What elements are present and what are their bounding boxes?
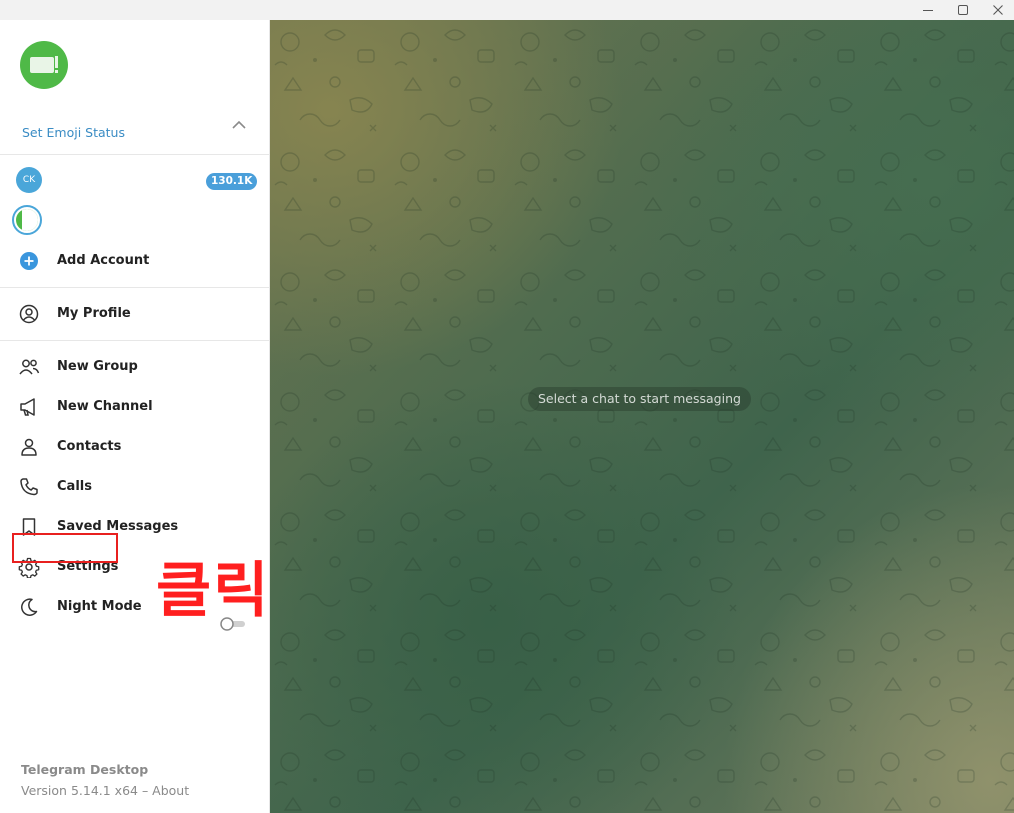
add-account-label: Add Account (57, 253, 150, 268)
settings-highlight-box (12, 533, 118, 563)
divider (0, 287, 270, 288)
account-item-2[interactable] (0, 200, 270, 240)
minimize-button[interactable] (910, 0, 946, 20)
sidebar-menu: Set Emoji Status CK 130.1K Add Account M… (0, 20, 270, 813)
doodle-pattern (270, 20, 1014, 813)
megaphone-icon (20, 398, 35, 416)
unread-badge: 130.1K (206, 173, 258, 190)
chat-background: Select a chat to start messaging (270, 20, 1014, 813)
avatar-image-icon (30, 56, 58, 73)
menu-item-contacts[interactable]: Contacts (0, 427, 270, 467)
plus-circle-icon (20, 252, 38, 270)
avatar-image (16, 209, 38, 231)
menu-item-new-group[interactable]: New Group (0, 347, 270, 387)
add-account-button[interactable]: Add Account (0, 241, 270, 281)
divider (0, 340, 270, 341)
profile-circle-icon (19, 304, 39, 324)
group-icon (19, 359, 40, 375)
maximize-button[interactable] (945, 0, 981, 20)
phone-icon (20, 478, 38, 496)
menu-label: Calls (57, 479, 92, 494)
menu-item-new-channel[interactable]: New Channel (0, 387, 270, 427)
chevron-up-icon[interactable] (230, 118, 248, 132)
set-emoji-status-link[interactable]: Set Emoji Status (22, 125, 125, 140)
menu-item-calls[interactable]: Calls (0, 467, 270, 507)
account-avatar (12, 205, 42, 235)
version-about-link[interactable]: Version 5.14.1 x64 – About (21, 783, 189, 798)
menu-label: Contacts (57, 439, 122, 454)
menu-label: Night Mode (57, 599, 142, 614)
click-annotation: 클릭 (156, 556, 271, 626)
moon-icon (21, 598, 38, 616)
divider (0, 154, 270, 155)
maximize-icon (958, 5, 968, 15)
main-avatar[interactable] (20, 41, 68, 89)
my-profile-label: My Profile (57, 306, 131, 321)
my-profile-button[interactable]: My Profile (0, 294, 270, 334)
menu-label: New Group (57, 359, 138, 374)
empty-chat-placeholder: Select a chat to start messaging (528, 387, 751, 411)
app-name: Telegram Desktop (21, 762, 149, 777)
account-avatar: CK (16, 167, 42, 193)
menu-label: New Channel (57, 399, 153, 414)
close-icon (993, 5, 1003, 15)
close-button[interactable] (980, 0, 1014, 20)
person-icon (21, 438, 37, 456)
window-titlebar (0, 0, 1014, 20)
minimize-icon (923, 10, 933, 11)
